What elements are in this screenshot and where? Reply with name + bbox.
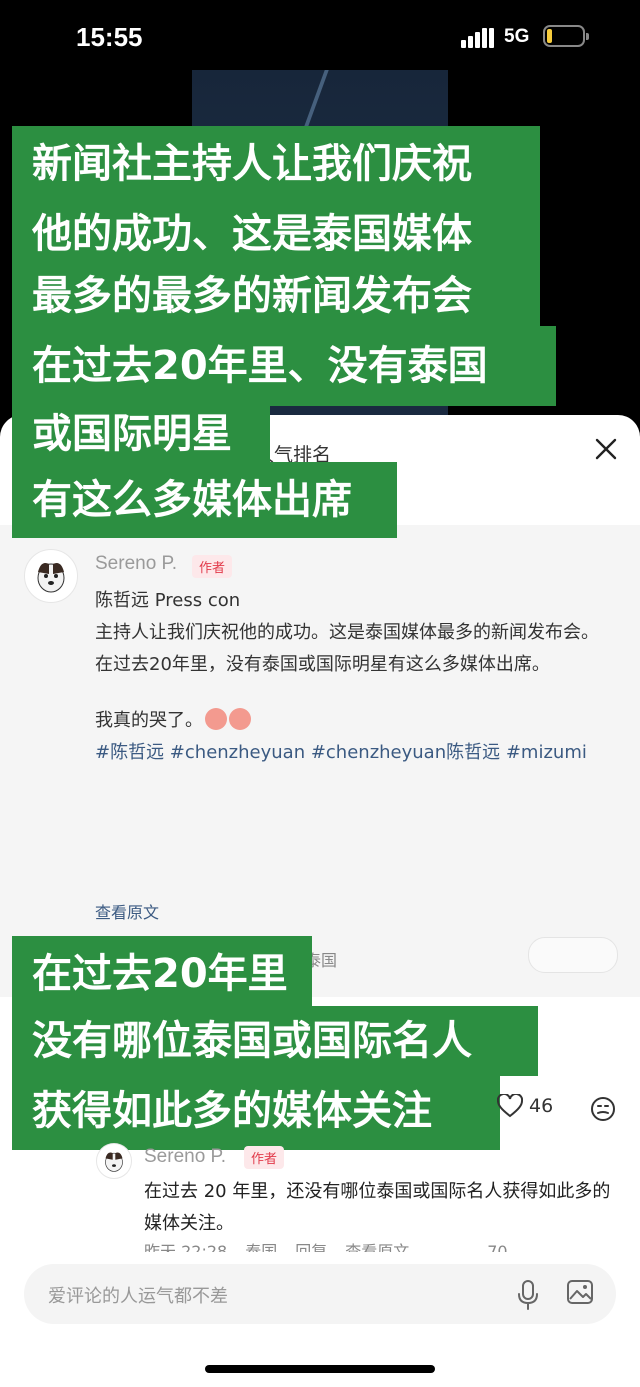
author-badge: 作者 (192, 555, 233, 578)
share-button[interactable] (528, 937, 618, 973)
home-indicator[interactable] (205, 1365, 435, 1373)
post-body: 陈哲远 Press con 主持人让我们庆祝他的成功。这是泰国媒体最多的新闻发布… (95, 585, 615, 769)
dog-avatar-icon (37, 563, 65, 593)
reply-location: 泰国 (245, 1242, 278, 1252)
network-label: 5G (504, 26, 530, 47)
post-cry-text: 我真的哭了。 (95, 710, 203, 731)
avatar[interactable] (24, 549, 78, 603)
reply-time: 昨天 22:28 (144, 1242, 228, 1252)
caption-line: 没有哪位泰国或国际名人 (12, 1006, 538, 1076)
crying-face-icon (205, 708, 227, 730)
caption-line: 新闻社主持人让我们庆祝 (12, 126, 540, 202)
caption-line: 在过去20年里 (12, 936, 312, 1006)
reply-view-original[interactable]: 查看原文 (345, 1242, 409, 1252)
post-hashtags[interactable]: #陈哲远 #chenzheyuan #chenzheyuan陈哲远 #mizum… (95, 737, 615, 769)
reply-meta: 昨天 22:28 泰国 回复 查看原文 70 (144, 1238, 619, 1252)
caption-line: 或国际明星 (12, 406, 270, 462)
caption-line: 在过去20年里、没有泰国 (12, 326, 556, 406)
signal-icon (461, 28, 495, 48)
reply-text: 在过去 20 年里，还没有哪位泰国或国际名人获得如此多的媒体关注。 (144, 1181, 611, 1234)
reply-author-name[interactable]: Sereno P. (144, 1146, 226, 1168)
battery-icon (543, 25, 589, 47)
image-icon[interactable] (566, 1278, 594, 1306)
comment-input[interactable]: 爱评论的人运气都不差 (24, 1264, 616, 1324)
comment-input-placeholder: 爱评论的人运气都不差 (48, 1286, 228, 1307)
post-cry-line: 我真的哭了。 (95, 705, 615, 737)
reply-button[interactable]: 回复 (295, 1242, 327, 1252)
comment-like-button[interactable]: 46 (497, 1094, 553, 1118)
caption-line: 有这么多媒体出席 (12, 462, 397, 538)
author-name[interactable]: Sereno P. (95, 553, 177, 575)
reply-avatar[interactable] (96, 1143, 132, 1179)
close-icon[interactable] (594, 437, 618, 461)
caption-line: 他的成功、这是泰国媒体 (12, 202, 540, 266)
post-title-line: 陈哲远 Press con (95, 590, 241, 611)
caption-line: 最多的最多的新闻发布会 (12, 266, 540, 326)
reply-author-badge: 作者 (244, 1146, 285, 1169)
view-original-link[interactable]: 查看原文 (95, 899, 159, 923)
author-post: Sereno P. 作者 陈哲远 Press con 主持人让我们庆祝他的成功。… (0, 525, 640, 997)
dog-avatar-icon (105, 1152, 123, 1172)
like-count: 46 (529, 1095, 554, 1117)
status-time: 15:55 (76, 22, 143, 52)
post-text: 主持人让我们庆祝他的成功。这是泰国媒体最多的新闻发布会。在过去20年里，没有泰国… (95, 622, 599, 675)
emoji-reaction-icon[interactable] (590, 1096, 616, 1122)
crying-face-icon (229, 708, 251, 730)
caption-line: 获得如此多的媒体关注 (12, 1076, 500, 1150)
heart-icon (497, 1094, 523, 1118)
status-bar: 15:55 5G (0, 0, 640, 72)
microphone-icon[interactable] (516, 1279, 540, 1311)
reply-like-count: 70 (487, 1242, 508, 1252)
